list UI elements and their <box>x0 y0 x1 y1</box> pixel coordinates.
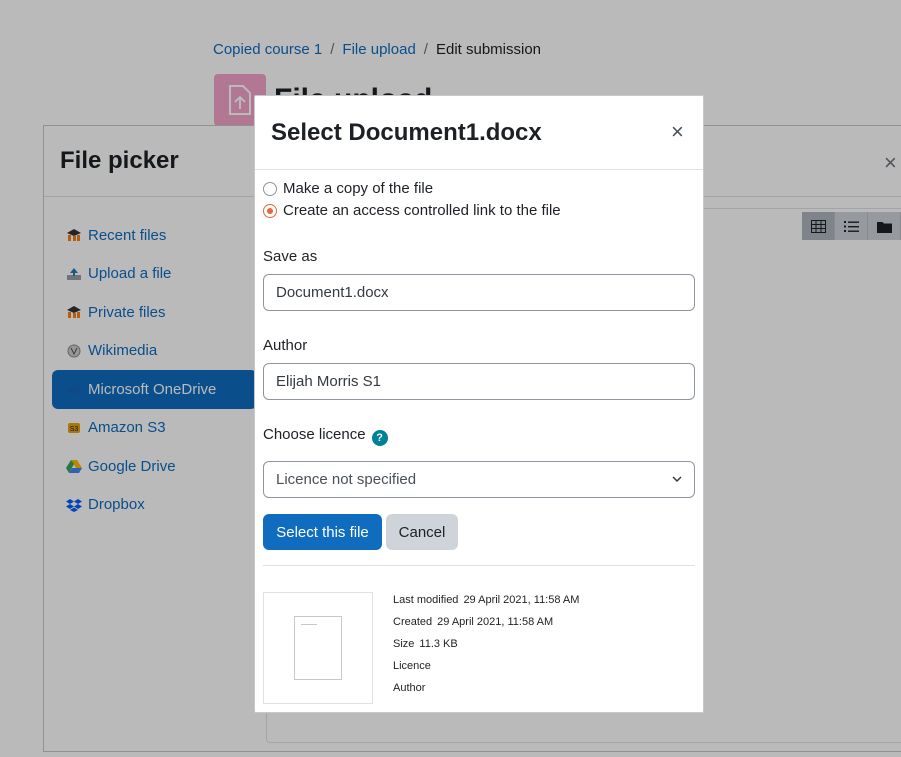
choose-licence-label: Choose licence? <box>263 426 388 446</box>
detail-key: Size <box>393 638 415 650</box>
detail-key: Last modified <box>393 594 459 606</box>
close-icon[interactable]: × <box>671 119 684 145</box>
chevron-down-icon <box>672 476 682 483</box>
radio-make-copy[interactable] <box>263 181 277 196</box>
radio-access-controlled-link[interactable] <box>263 203 277 218</box>
select-file-dialog: Select Document1.docx × Make a copy of t… <box>254 95 704 713</box>
licence-selected: Licence not specified <box>276 471 417 488</box>
document-icon <box>294 616 342 680</box>
detail-key: Created <box>393 616 433 628</box>
detail-last-modified: Last modified 29 April 2021, 11:58 AM <box>393 594 579 606</box>
detail-licence: Licence <box>393 660 436 672</box>
option-label: Create an access controlled link to the … <box>283 202 561 219</box>
author-label: Author <box>263 337 308 354</box>
select-this-file-button[interactable]: Select this file <box>263 514 382 550</box>
help-icon[interactable]: ? <box>371 430 388 446</box>
detail-author: Author <box>393 682 430 694</box>
detail-value: 29 April 2021, 11:58 AM <box>437 616 554 628</box>
detail-created: Created 29 April 2021, 11:58 AM <box>393 616 553 628</box>
detail-value: 29 April 2021, 11:58 AM <box>463 594 580 606</box>
licence-select[interactable]: Licence not specified <box>263 461 695 498</box>
detail-size: Size 11.3 KB <box>393 638 458 650</box>
divider <box>263 565 695 566</box>
save-as-label: Save as <box>263 248 318 265</box>
cancel-button[interactable]: Cancel <box>386 514 458 550</box>
option-label: Make a copy of the file <box>283 180 434 197</box>
detail-key: Author <box>393 682 426 694</box>
author-input[interactable] <box>263 363 695 400</box>
option-make-copy[interactable]: Make a copy of the file <box>263 180 433 197</box>
file-thumbnail <box>263 592 373 704</box>
option-access-controlled-link[interactable]: Create an access controlled link to the … <box>263 202 561 219</box>
detail-key: Licence <box>393 660 431 672</box>
licence-label-text: Choose licence <box>263 426 366 443</box>
dialog-title: Select Document1.docx <box>255 96 703 170</box>
detail-value: 11.3 KB <box>419 638 458 650</box>
save-as-input[interactable] <box>263 274 695 311</box>
